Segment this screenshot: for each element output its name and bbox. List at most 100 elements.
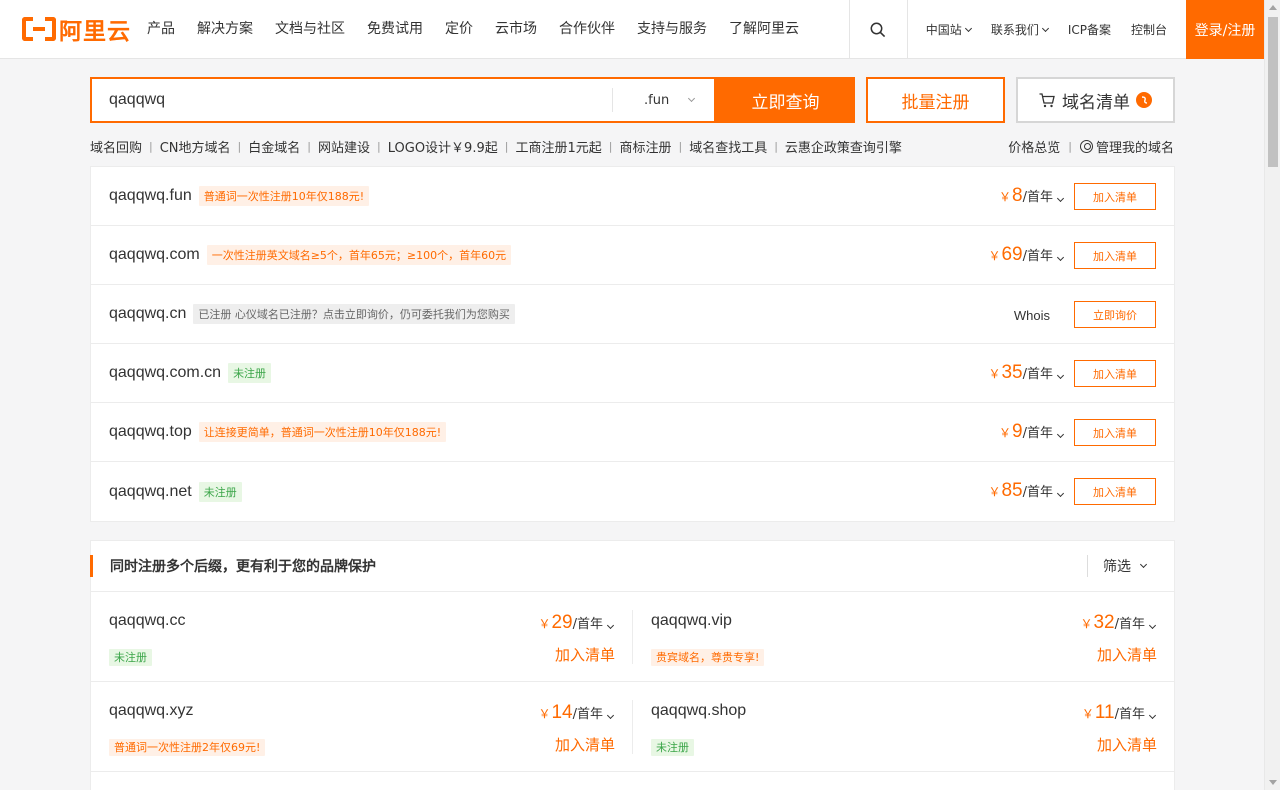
- quick-link-cn-local[interactable]: CN地方域名: [160, 137, 231, 156]
- price-selector[interactable]: ￥ 9/首年: [999, 421, 1065, 443]
- price-unit: /首年: [1022, 190, 1053, 205]
- domain-name: qaqqwq.net: [109, 482, 192, 500]
- tag-wrap: 普通词一次性注册2年仅69元!: [109, 736, 266, 756]
- contact-label: 联系我们: [990, 23, 1039, 37]
- add-to-list-button[interactable]: 加入清单: [1074, 183, 1156, 210]
- nav-item-about[interactable]: 了解阿里云: [729, 0, 799, 59]
- divider: |: [608, 140, 613, 153]
- add-to-list-link[interactable]: 加入清单: [555, 644, 615, 665]
- quick-link-website[interactable]: 网站建设: [318, 137, 370, 156]
- badge-icon: [1141, 96, 1148, 104]
- divider: |: [237, 140, 242, 153]
- price-value: 9: [1012, 421, 1023, 442]
- quick-link-domain-tool[interactable]: 域名查找工具: [689, 137, 767, 156]
- bulk-register-button[interactable]: 批量注册: [866, 77, 1005, 123]
- result-row: qaqqwq.com.cn 未注册 ￥ 35/首年 加入清单: [91, 344, 1174, 403]
- search-icon: [870, 22, 886, 37]
- chevron-down-icon: [1041, 24, 1049, 32]
- tag-wrap: 未注册: [109, 646, 152, 666]
- nav-item-partners[interactable]: 合作伙伴: [559, 0, 615, 59]
- quick-link-policy[interactable]: 云惠企政策查询引擎: [785, 137, 902, 156]
- recommend-row: qaqqwq.cc 未注册 ￥ 29/首年 加入清单 qaqqwq.vip 贵宾域…: [91, 592, 1174, 682]
- query-button[interactable]: 立即查询: [716, 77, 855, 123]
- login-register-button[interactable]: 登录/注册: [1186, 0, 1264, 59]
- chevron-down-icon: [606, 621, 615, 630]
- nav-item-products[interactable]: 产品: [147, 0, 175, 59]
- currency-symbol: ￥: [988, 485, 1001, 499]
- console-link[interactable]: 控制台: [1131, 21, 1167, 38]
- nav-item-free-trial[interactable]: 免费试用: [367, 0, 423, 59]
- chevron-down-icon: [688, 94, 696, 103]
- whois-link[interactable]: Whois: [1014, 308, 1050, 323]
- icp-link[interactable]: ICP备案: [1068, 21, 1111, 38]
- domain-search-input[interactable]: [109, 79, 589, 121]
- nav-item-solutions[interactable]: 解决方案: [197, 0, 253, 59]
- quick-link-trademark[interactable]: 商标注册: [619, 137, 671, 156]
- divider: |: [504, 140, 509, 153]
- filter-dropdown[interactable]: 筛选: [1087, 555, 1148, 577]
- recommend-item: qaqqwq.shop 未注册 ￥ 11/首年 加入清单: [633, 682, 1175, 772]
- status-tag: 未注册: [198, 481, 242, 502]
- domain-list-label: 域名清单: [1062, 92, 1130, 113]
- price-value: 69: [1001, 244, 1023, 265]
- price-selector[interactable]: ￥ 85/首年: [988, 480, 1065, 502]
- suffix-dropdown[interactable]: .fun: [612, 88, 716, 112]
- add-to-list-link[interactable]: 加入清单: [555, 734, 615, 755]
- domain-name: qaqqwq.xyz: [109, 702, 194, 719]
- recommend-item: qaqqwq.cc 未注册 ￥ 29/首年 加入清单: [91, 592, 633, 682]
- nav-item-marketplace[interactable]: 云市场: [495, 0, 537, 59]
- price-overview-link[interactable]: 价格总览: [1008, 137, 1060, 156]
- quick-link-platinum[interactable]: 白金域名: [248, 137, 300, 156]
- currency-symbol: ￥: [999, 190, 1012, 204]
- currency-symbol: ￥: [1081, 707, 1094, 721]
- domain-name: qaqqwq.fun: [109, 187, 192, 204]
- price-selector[interactable]: ￥ 11/首年: [1081, 702, 1157, 724]
- divider: |: [1068, 140, 1072, 153]
- quick-link-logo-design[interactable]: LOGO设计￥9.9起: [388, 137, 498, 156]
- price-selector[interactable]: ￥ 29/首年: [538, 612, 615, 634]
- scroll-down-arrow-icon[interactable]: [1269, 780, 1277, 785]
- quick-link-buyback[interactable]: 域名回购: [90, 137, 142, 156]
- nav-item-support[interactable]: 支持与服务: [637, 0, 707, 59]
- region-selector[interactable]: 中国站: [926, 21, 972, 38]
- nav-item-docs[interactable]: 文档与社区: [275, 0, 345, 59]
- divider: |: [678, 140, 683, 153]
- chevron-down-icon: [1148, 711, 1157, 720]
- inquire-button[interactable]: 立即询价: [1074, 301, 1156, 328]
- contact-menu[interactable]: 联系我们: [990, 21, 1049, 38]
- search-results-list: qaqqwq.fun 普通词一次性注册10年仅188元! ￥ 8/首年 加入清单 …: [90, 166, 1175, 522]
- promo-tag: 贵宾域名，尊贵专享!: [651, 649, 765, 666]
- page-scrollbar[interactable]: [1264, 0, 1280, 790]
- currency-symbol: ￥: [538, 707, 551, 721]
- result-row: qaqqwq.cn 已注册 心仪域名已注册？点击立即询价，仍可委托我们为您购买 …: [91, 285, 1174, 344]
- price-value: 32: [1093, 612, 1115, 633]
- price-selector[interactable]: ￥ 8/首年: [999, 185, 1065, 207]
- add-to-list-button[interactable]: 加入清单: [1074, 242, 1156, 269]
- currency-symbol: ￥: [988, 367, 1001, 381]
- price-selector[interactable]: ￥ 14/首年: [538, 702, 615, 724]
- domain-list-button[interactable]: 域名清单: [1016, 77, 1175, 123]
- add-to-list-button[interactable]: 加入清单: [1074, 419, 1156, 446]
- scroll-up-arrow-icon[interactable]: [1269, 5, 1277, 10]
- aliyun-logo[interactable]: 阿里云: [22, 16, 131, 45]
- registered-tag: 已注册 心仪域名已注册？点击立即询价，仍可委托我们为您购买: [193, 304, 515, 324]
- domain-name: qaqqwq.cn: [109, 305, 187, 322]
- add-to-list-button[interactable]: 加入清单: [1074, 478, 1156, 505]
- manage-domains-link[interactable]: 管理我的域名: [1096, 137, 1174, 156]
- promo-tag: 让连接更简单，普通词一次性注册10年仅188元!: [198, 422, 447, 442]
- nav-item-pricing[interactable]: 定价: [445, 0, 473, 59]
- price-selector[interactable]: ￥ 32/首年: [1080, 612, 1157, 634]
- price-selector[interactable]: ￥ 69/首年: [988, 244, 1065, 266]
- add-to-list-link[interactable]: 加入清单: [1097, 734, 1157, 755]
- quick-link-business-reg[interactable]: 工商注册1元起: [515, 137, 601, 156]
- add-to-list-button[interactable]: 加入清单: [1074, 360, 1156, 387]
- divider: |: [377, 140, 381, 153]
- price-selector[interactable]: ￥ 35/首年: [988, 362, 1065, 384]
- promo-tag: 普通词一次性注册2年仅69元!: [109, 739, 266, 756]
- nav-search-button[interactable]: [848, 0, 908, 59]
- logo-icon: [22, 17, 56, 41]
- scrollbar-thumb[interactable]: [1268, 17, 1278, 167]
- currency-symbol: ￥: [999, 426, 1012, 440]
- add-to-list-link[interactable]: 加入清单: [1097, 644, 1157, 665]
- price-value: 35: [1001, 362, 1023, 383]
